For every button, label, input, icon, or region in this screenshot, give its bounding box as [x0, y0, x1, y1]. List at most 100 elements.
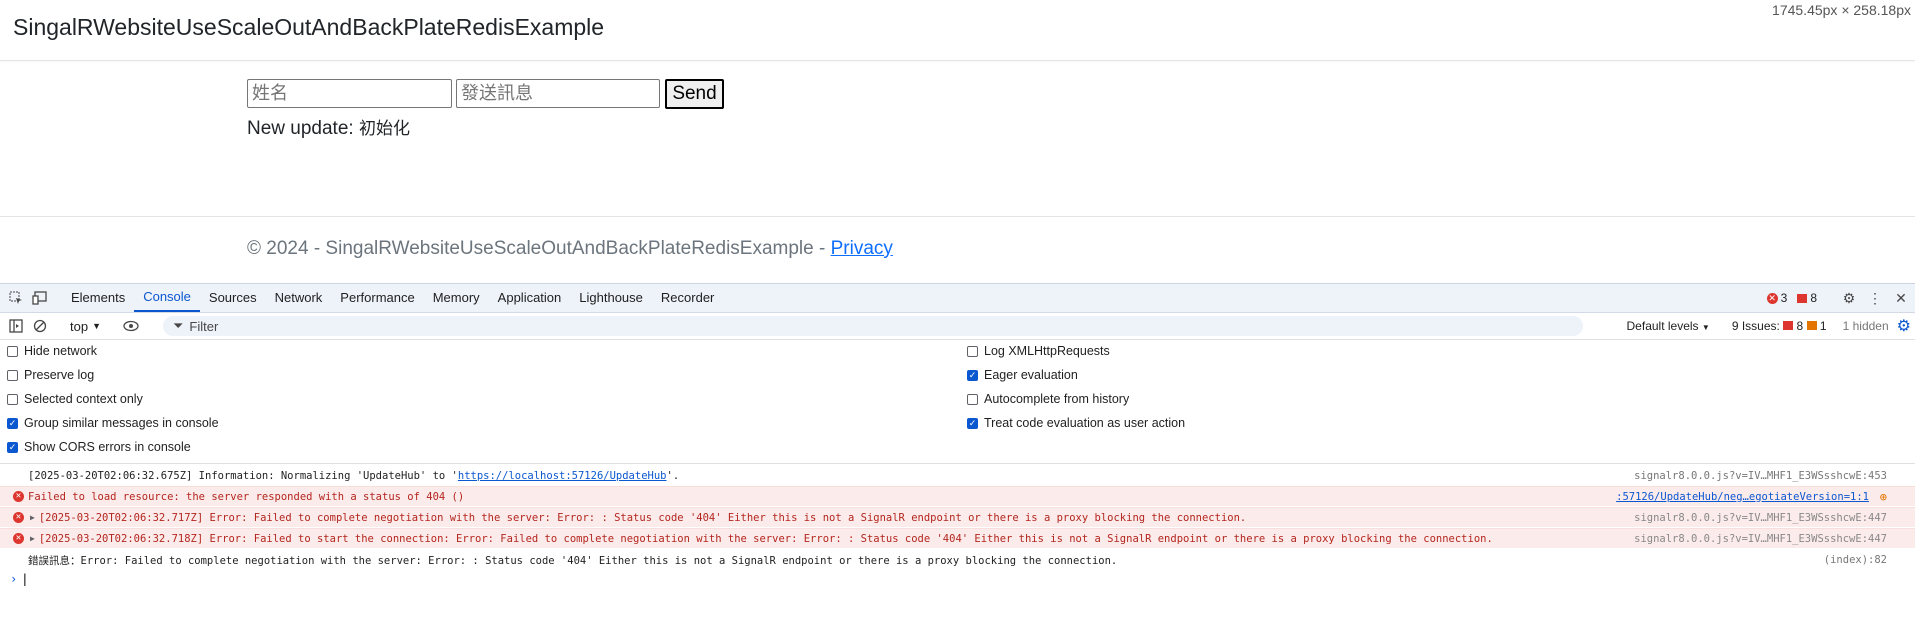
message-source[interactable]: signalr8.0.0.js?v=IV…MHF1_E3WSsshcwE:453 [1634, 470, 1887, 482]
close-devtools-icon[interactable]: ✕ [1893, 290, 1909, 306]
tab-sources[interactable]: Sources [200, 284, 266, 312]
console-message-error: ✕ ▶ [2025-03-20T02:06:32.717Z] Error: Fa… [0, 507, 1915, 527]
issues-summary[interactable]: 9 Issues: 8 1 [1732, 319, 1827, 333]
checkbox-checked[interactable]: ✓ [967, 369, 978, 381]
setting-autocomplete[interactable]: Autocomplete from history [967, 392, 1129, 406]
name-input[interactable] [247, 79, 452, 108]
issue-count-badge[interactable]: 8 [1797, 291, 1817, 305]
checkbox[interactable] [7, 369, 18, 381]
setting-preserve-log[interactable]: Preserve log [7, 368, 94, 382]
console-prompt[interactable]: › | [10, 572, 28, 586]
setting-show-cors[interactable]: ✓ Show CORS errors in console [7, 440, 191, 454]
chevron-down-icon: ▼ [1701, 323, 1710, 332]
error-icon: ✕ [1766, 292, 1778, 304]
console-settings: Hide network Preserve log Selected conte… [0, 340, 1915, 464]
footer-text: © 2024 - SingalRWebsiteUseScaleOutAndBac… [247, 238, 893, 260]
message-source[interactable]: signalr8.0.0.js?v=IV…MHF1_E3WSsshcwE:447 [1634, 512, 1887, 524]
filter-icon: ⏷ [173, 318, 184, 333]
privacy-link[interactable]: Privacy [831, 238, 893, 259]
message-source[interactable]: signalr8.0.0.js?v=IV…MHF1_E3WSsshcwE:447 [1634, 533, 1887, 545]
message-source[interactable]: (index):82 [1824, 554, 1887, 566]
setting-eager-eval[interactable]: ✓ Eager evaluation [967, 368, 1078, 382]
issues-red-count: 8 [1796, 319, 1804, 333]
main-content: Send New update: 初始化 [0, 61, 1915, 216]
issue-flag-icon [1797, 293, 1808, 303]
network-request-icon[interactable]: ⊕ [1880, 490, 1887, 504]
error-count-badge[interactable]: ✕ 3 [1766, 291, 1788, 305]
clear-console-icon[interactable] [32, 318, 48, 334]
update-prefix: New update: [247, 118, 359, 139]
footer-copyright: © 2024 - SingalRWebsiteUseScaleOutAndBac… [247, 238, 831, 259]
tab-console[interactable]: Console [134, 284, 200, 312]
issues-orange-count: 1 [1819, 319, 1827, 333]
update-line: New update: 初始化 [247, 114, 410, 140]
live-expression-eye-icon[interactable] [123, 318, 139, 334]
setting-label: Eager evaluation [984, 368, 1078, 382]
expand-triangle-icon[interactable]: ▶ [30, 534, 35, 543]
checkbox[interactable] [7, 345, 18, 357]
tab-memory[interactable]: Memory [424, 284, 489, 312]
tab-elements[interactable]: Elements [62, 284, 134, 312]
setting-hide-network[interactable]: Hide network [7, 344, 97, 358]
message-text: [2025-03-20T02:06:32.718Z] Error: Failed… [38, 532, 1493, 545]
sidebar-toggle-icon[interactable] [8, 318, 24, 334]
setting-selected-context[interactable]: Selected context only [7, 392, 143, 406]
inspect-element-icon[interactable] [8, 290, 24, 306]
setting-label: Show CORS errors in console [24, 440, 191, 454]
issue-flag-icon [1783, 321, 1794, 330]
tab-recorder[interactable]: Recorder [652, 284, 723, 312]
send-button[interactable]: Send [665, 79, 724, 109]
setting-log-xhr[interactable]: Log XMLHttpRequests [967, 344, 1110, 358]
expand-triangle-icon[interactable]: ▶ [30, 513, 35, 522]
checkbox[interactable] [967, 393, 978, 405]
setting-label: Group similar messages in console [24, 416, 219, 430]
message-source[interactable]: :57126/UpdateHub/neg…egotiateVersion=1:1 [1616, 491, 1869, 503]
checkbox[interactable] [967, 345, 978, 357]
message-text: [2025-03-20T02:06:32.717Z] Error: Failed… [38, 511, 1247, 524]
device-toolbar-icon[interactable] [32, 290, 48, 306]
settings-gear-icon[interactable]: ⚙ [1841, 290, 1857, 306]
message-input[interactable] [456, 79, 660, 108]
context-label: top [70, 318, 89, 334]
tab-lighthouse[interactable]: Lighthouse [570, 284, 652, 312]
update-value: 初始化 [358, 119, 410, 139]
setting-treat-user-action[interactable]: ✓ Treat code evaluation as user action [967, 416, 1185, 430]
source-link[interactable]: :57126/UpdateHub/neg…egotiateVersion=1:1 [1616, 491, 1869, 503]
message-text: 錯誤訊息：Error: Failed to complete negotiati… [28, 554, 1118, 567]
devtools-panel: Elements Console Sources Network Perform… [0, 283, 1915, 628]
tab-application[interactable]: Application [489, 284, 571, 312]
console-message-log: 錯誤訊息：Error: Failed to complete negotiati… [0, 550, 1915, 570]
error-icon: ✕ [13, 512, 24, 523]
log-levels-dropdown[interactable]: Default levels ▼ [1627, 319, 1710, 333]
checkbox[interactable] [7, 393, 18, 405]
console-message-error: ✕ ▶ [2025-03-20T02:06:32.718Z] Error: Fa… [0, 528, 1915, 548]
error-icon: ✕ [13, 491, 24, 502]
console-message-error: ✕ Failed to load resource: the server re… [0, 486, 1915, 506]
console-toolbar-right: Default levels ▼ 9 Issues: 8 1 1 hidden … [1627, 313, 1911, 339]
checkbox-checked[interactable]: ✓ [967, 417, 978, 429]
setting-label: Autocomplete from history [984, 392, 1130, 406]
tab-network[interactable]: Network [266, 284, 332, 312]
setting-group-similar[interactable]: ✓ Group similar messages in console [7, 416, 219, 430]
checkbox-checked[interactable]: ✓ [7, 441, 18, 453]
log-levels-label: Default levels [1626, 319, 1699, 333]
devtools-tabs: Elements Console Sources Network Perform… [62, 284, 723, 312]
issue-count: 8 [1810, 291, 1817, 305]
dimensions-overlay: 1745.45px × 258.18px [1772, 2, 1911, 18]
site-brand[interactable]: SingalRWebsiteUseScaleOutAndBackPlateRed… [13, 14, 604, 41]
checkbox-checked[interactable]: ✓ [7, 417, 18, 429]
devtools-tabbar-right: ✕ 3 8 ⚙ ⋮ ✕ [1766, 284, 1909, 312]
warning-flag-icon [1806, 321, 1817, 330]
tab-performance[interactable]: Performance [331, 284, 423, 312]
more-options-icon[interactable]: ⋮ [1867, 290, 1883, 306]
filter-input[interactable]: ⏷ Filter [163, 316, 1583, 336]
filter-placeholder: Filter [189, 318, 219, 334]
hidden-count: 1 hidden [1842, 319, 1889, 333]
context-selector[interactable]: top ▼ [70, 319, 101, 334]
setting-label: Treat code evaluation as user action [984, 416, 1186, 430]
error-count: 3 [1780, 291, 1788, 305]
setting-label: Log XMLHttpRequests [984, 344, 1110, 358]
message-text: Failed to load resource: the server resp… [28, 490, 465, 503]
hub-url-link[interactable]: https://localhost:57126/UpdateHub [458, 470, 667, 482]
console-settings-gear-icon[interactable]: ⚙ [1897, 316, 1911, 336]
